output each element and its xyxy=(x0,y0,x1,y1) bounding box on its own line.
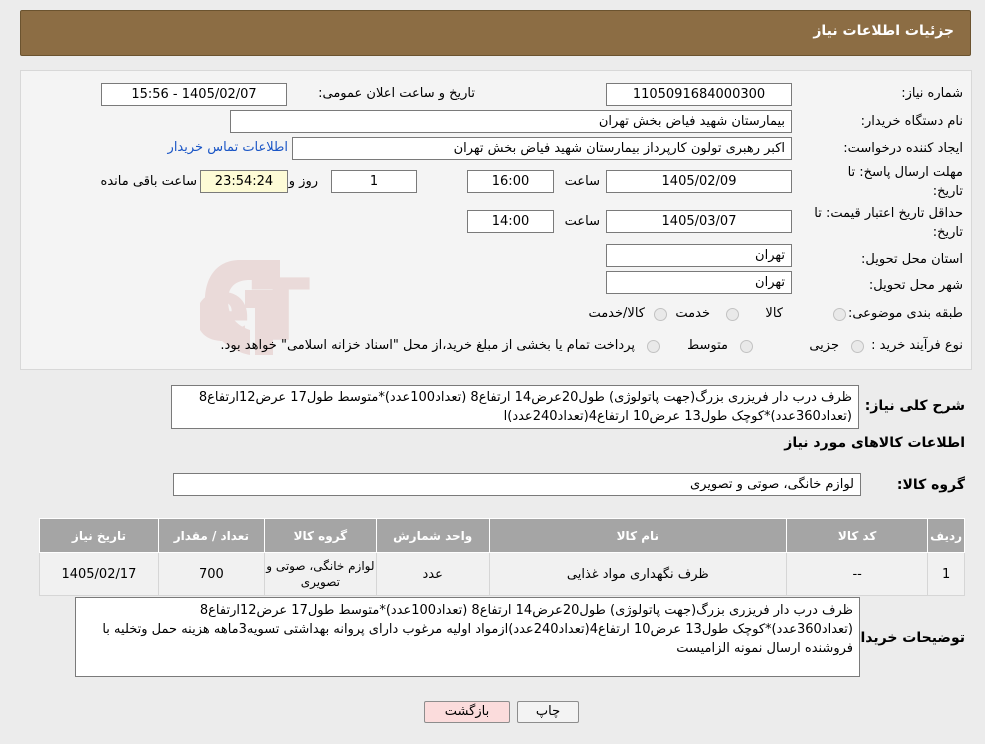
cell-name: ظرف نگهداری مواد غذایی xyxy=(488,552,788,596)
city-field: تهران xyxy=(606,271,792,294)
buyer-contact-link[interactable]: اطلاعات تماس خریدار xyxy=(168,140,288,155)
requester-label: ایجاد کننده درخواست: xyxy=(843,141,963,156)
validity-label: حداقل تاریخ اعتبار قیمت: تا xyxy=(814,206,963,221)
goods-section-title: اطلاعات کالاهای مورد نیاز xyxy=(784,435,965,451)
validity-label-2: تاریخ: xyxy=(932,225,963,240)
announce-field: 1405/02/07 - 15:56 xyxy=(101,83,287,106)
page-title: جزئیات اطلاعات نیاز xyxy=(813,23,954,39)
process-option-medium: متوسط xyxy=(687,338,728,353)
process-label: نوع فرآیند خرید : xyxy=(871,338,963,353)
process-checkbox-treasury[interactable] xyxy=(647,340,660,353)
need-number-label: شماره نیاز: xyxy=(901,86,963,101)
deadline-label: مهلت ارسال پاسخ: تا xyxy=(847,165,963,180)
process-treasury-note: پرداخت تمام یا بخشی از مبلغ خرید،از محل … xyxy=(220,338,635,353)
buyer-notes-label: توضیحات خریدار: xyxy=(846,630,965,646)
buyer-org-label: نام دستگاه خریدار: xyxy=(860,114,963,129)
process-radio-medium[interactable] xyxy=(740,340,753,353)
category-option-goods-service: کالا/خدمت xyxy=(588,306,645,321)
goods-group-field: لوازم خانگی، صوتی و تصویری xyxy=(173,473,861,496)
cell-group: لوازم خانگی، صوتی و تصویری xyxy=(263,552,377,596)
items-table: ردیف کد کالا نام کالا واحد شمارش گروه کا… xyxy=(39,518,965,596)
process-radio-minor[interactable] xyxy=(851,340,864,353)
col-name: نام کالا xyxy=(488,518,788,553)
col-date: تاریخ نیاز xyxy=(39,518,159,553)
remaining-time-field: 23:54:24 xyxy=(200,170,288,193)
cell-date: 1405/02/17 xyxy=(39,552,159,596)
table-row: 1 -- ظرف نگهداری مواد غذایی عدد لوازم خا… xyxy=(39,552,965,596)
buyer-notes-text: ظرف درب دار فریزری بزرگ(جهت پاتولوژی) طو… xyxy=(75,597,860,677)
deadline-label-2: تاریخ: xyxy=(932,184,963,199)
category-radio-service[interactable] xyxy=(726,308,739,321)
days-label: روز و xyxy=(288,174,318,189)
category-radio-goods-service[interactable] xyxy=(654,308,667,321)
remaining-label: ساعت باقی مانده xyxy=(100,174,197,189)
validity-time-label: ساعت xyxy=(564,214,600,229)
category-option-service: خدمت xyxy=(675,306,710,321)
buyer-org-field: بیمارستان شهید فیاض بخش تهران xyxy=(230,110,792,133)
page-header: جزئیات اطلاعات نیاز xyxy=(20,10,971,56)
category-radio-goods[interactable] xyxy=(833,308,846,321)
goods-group-label: گروه کالا: xyxy=(896,477,965,493)
print-button[interactable]: چاپ xyxy=(517,701,579,723)
summary-text: ظرف درب دار فریزری بزرگ(جهت پاتولوژی) طو… xyxy=(171,385,859,429)
col-quantity: تعداد / مقدار xyxy=(157,518,265,553)
col-code: کد کالا xyxy=(786,518,929,553)
deadline-date-field: 1405/02/09 xyxy=(606,170,792,193)
province-label: استان محل تحویل: xyxy=(861,252,963,267)
cell-quantity: 700 xyxy=(157,552,265,596)
days-remaining-field: 1 xyxy=(331,170,417,193)
back-button[interactable]: بازگشت xyxy=(424,701,510,723)
requester-field: اکبر رهبری تولون کارپرداز بیمارستان شهید… xyxy=(292,137,792,160)
col-unit: واحد شمارش xyxy=(375,518,490,553)
process-option-minor: جزیی xyxy=(809,338,839,353)
table-header-row: ردیف کد کالا نام کالا واحد شمارش گروه کا… xyxy=(39,518,965,553)
deadline-time-field: 16:00 xyxy=(467,170,554,193)
cell-code: -- xyxy=(786,552,929,596)
province-field: تهران xyxy=(606,244,792,267)
deadline-time-label: ساعت xyxy=(564,174,600,189)
city-label: شهر محل تحویل: xyxy=(868,278,963,293)
need-number-field: 1105091684000300 xyxy=(606,83,792,106)
cell-row: 1 xyxy=(927,552,965,596)
summary-label: شرح کلی نیاز: xyxy=(864,398,965,414)
category-option-goods: کالا xyxy=(765,306,783,321)
validity-date-field: 1405/03/07 xyxy=(606,210,792,233)
category-label: طبقه بندی موضوعی: xyxy=(847,306,963,321)
announce-label: تاریخ و ساعت اعلان عمومی: xyxy=(318,86,475,101)
col-group: گروه کالا xyxy=(263,518,377,553)
col-row: ردیف xyxy=(927,518,965,553)
validity-time-field: 14:00 xyxy=(467,210,554,233)
cell-unit: عدد xyxy=(375,552,490,596)
